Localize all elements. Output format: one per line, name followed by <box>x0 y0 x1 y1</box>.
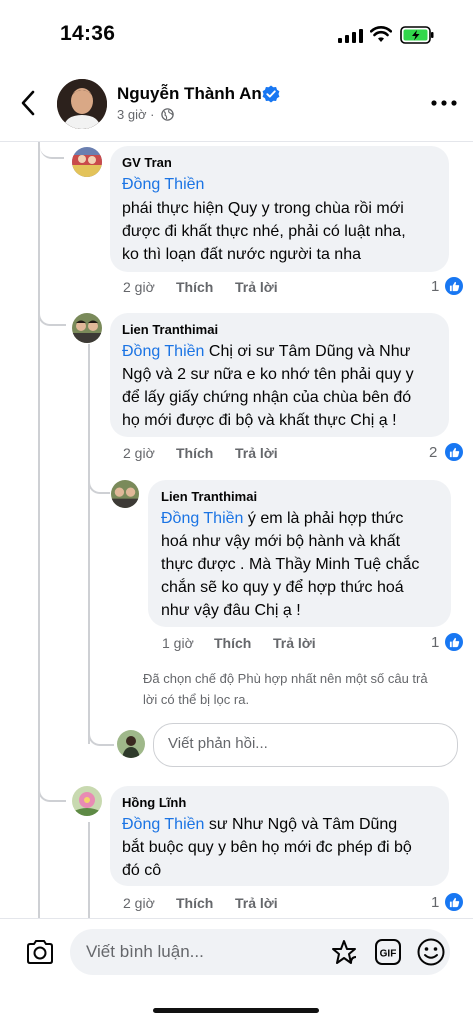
like-thumb-icon <box>443 441 465 463</box>
comment-text: Chị ơi sư Tâm Dũng và Như <box>204 343 411 360</box>
commenter-avatar[interactable] <box>111 480 139 508</box>
comment-text: thực được . Mà Thầy Minh Tuệ chắc <box>161 556 420 573</box>
like-count[interactable]: 2 <box>429 444 437 461</box>
emoji-icon[interactable] <box>416 937 446 967</box>
comment-text: chắn sẽ ko quy y để hợp thức hoá <box>161 579 404 596</box>
like-button[interactable]: Thích <box>176 445 213 461</box>
thread-line <box>88 822 90 918</box>
current-user-avatar <box>117 730 145 758</box>
filter-notice: lời có thể bị lọc ra. <box>143 692 250 707</box>
like-thumb-icon <box>443 275 465 297</box>
thread-connector <box>38 300 66 326</box>
mention-link[interactable]: Đồng Thiền <box>161 510 243 527</box>
commenter-name[interactable]: Hồng Lĩnh <box>122 795 186 810</box>
home-indicator <box>153 1008 319 1013</box>
thread-line <box>38 142 40 918</box>
svg-text:GIF: GIF <box>380 949 397 960</box>
comment-text: Ngộ và 2 sư nữa e ko nhớ tên phải quy y <box>122 366 414 383</box>
author-avatar[interactable] <box>57 79 107 129</box>
like-thumb-icon <box>443 631 465 653</box>
comment-time: 2 giờ <box>123 895 155 911</box>
comment-text: như vậy đâu Chị ạ ! <box>161 602 301 619</box>
like-button[interactable]: Thích <box>214 635 251 651</box>
like-button[interactable]: Thích <box>176 279 213 295</box>
like-thumb-icon <box>443 891 465 913</box>
mention-link[interactable]: Đồng Thiền <box>122 173 204 197</box>
sticker-icon[interactable] <box>329 938 359 968</box>
wifi-icon <box>370 26 392 42</box>
back-button[interactable] <box>14 86 42 120</box>
chevron-left-icon <box>21 90 35 116</box>
comment-text: sư Như Ngộ và Tâm Dũng <box>204 816 398 833</box>
thread-connector <box>88 470 110 494</box>
thread-connector <box>38 778 66 802</box>
commenter-avatar[interactable] <box>72 313 102 343</box>
thread-connector <box>88 720 114 746</box>
mention-link[interactable]: Đồng Thiền <box>122 343 204 360</box>
reply-button[interactable]: Trả lời <box>235 445 278 461</box>
comment-time: 2 giờ <box>123 279 155 295</box>
mention-link[interactable]: Đồng Thiền <box>122 816 204 833</box>
gif-icon[interactable]: GIF <box>374 938 402 966</box>
like-count[interactable]: 1 <box>431 634 439 651</box>
commenter-name[interactable]: Lien Tranthimai <box>161 489 257 504</box>
comment-text: bắt buộc quy y bên họ mới đc phép đi bộ <box>122 839 412 856</box>
thread-line <box>88 344 90 744</box>
commenter-name[interactable]: Lien Tranthimai <box>122 322 218 337</box>
comment-text: để lấy giấy chứng nhận của chùa bên đó <box>122 389 412 406</box>
comment-text: ý em là phải hợp thức <box>243 510 404 527</box>
commenter-avatar[interactable] <box>72 786 102 816</box>
comment-placeholder: Viết bình luận... <box>86 942 204 961</box>
commenter-avatar[interactable] <box>72 147 102 177</box>
reply-button[interactable]: Trả lời <box>273 635 316 651</box>
like-count[interactable]: 1 <box>431 894 439 911</box>
verified-badge-icon <box>262 85 280 103</box>
like-button[interactable]: Thích <box>176 895 213 911</box>
author-name[interactable]: Nguyễn Thành An <box>117 84 262 104</box>
comment-text: đó cô <box>122 862 162 879</box>
comment-first-line: Đồng Thiền Chị ơi sư Tâm Dũng và Như <box>122 340 410 364</box>
comment-text: ko thì loạn đất nước người ta nha <box>122 246 361 263</box>
globe-icon <box>161 108 174 121</box>
commenter-name[interactable]: GV Tran <box>122 155 172 170</box>
post-timestamp: 3 giờ · <box>117 107 155 122</box>
reply-button[interactable]: Trả lời <box>235 895 278 911</box>
reply-placeholder: Viết phản hồi... <box>168 735 268 752</box>
camera-icon[interactable] <box>25 939 55 965</box>
header-divider <box>0 141 473 142</box>
reply-button[interactable]: Trả lời <box>235 279 278 295</box>
comment-first-line: Đồng Thiền sư Như Ngộ và Tâm Dũng <box>122 813 397 837</box>
like-count[interactable]: 1 <box>431 278 439 295</box>
comment-text: phái thực hiện Quy y trong chùa rồi mới <box>122 200 404 217</box>
comment-first-line: Đồng Thiền ý em là phải hợp thức <box>161 507 403 531</box>
comment-text: hoá như vậy mới bộ hành và khất <box>161 533 401 550</box>
comment-time: 2 giờ <box>123 445 155 461</box>
comment-text: được đi khất thực nhé, phải có luật nha, <box>122 223 406 240</box>
battery-icon <box>400 26 434 44</box>
status-time: 14:36 <box>60 22 116 45</box>
thread-connector <box>40 142 64 159</box>
filter-notice: Đã chọn chế độ Phù hợp nhất nên một số c… <box>143 671 428 686</box>
signal-icon <box>338 29 363 43</box>
comment-time: 1 giờ <box>162 635 194 651</box>
comment-text: họ mới được đi bộ và khất thực Chị ạ ! <box>122 412 397 429</box>
more-options-button[interactable] <box>430 96 458 110</box>
